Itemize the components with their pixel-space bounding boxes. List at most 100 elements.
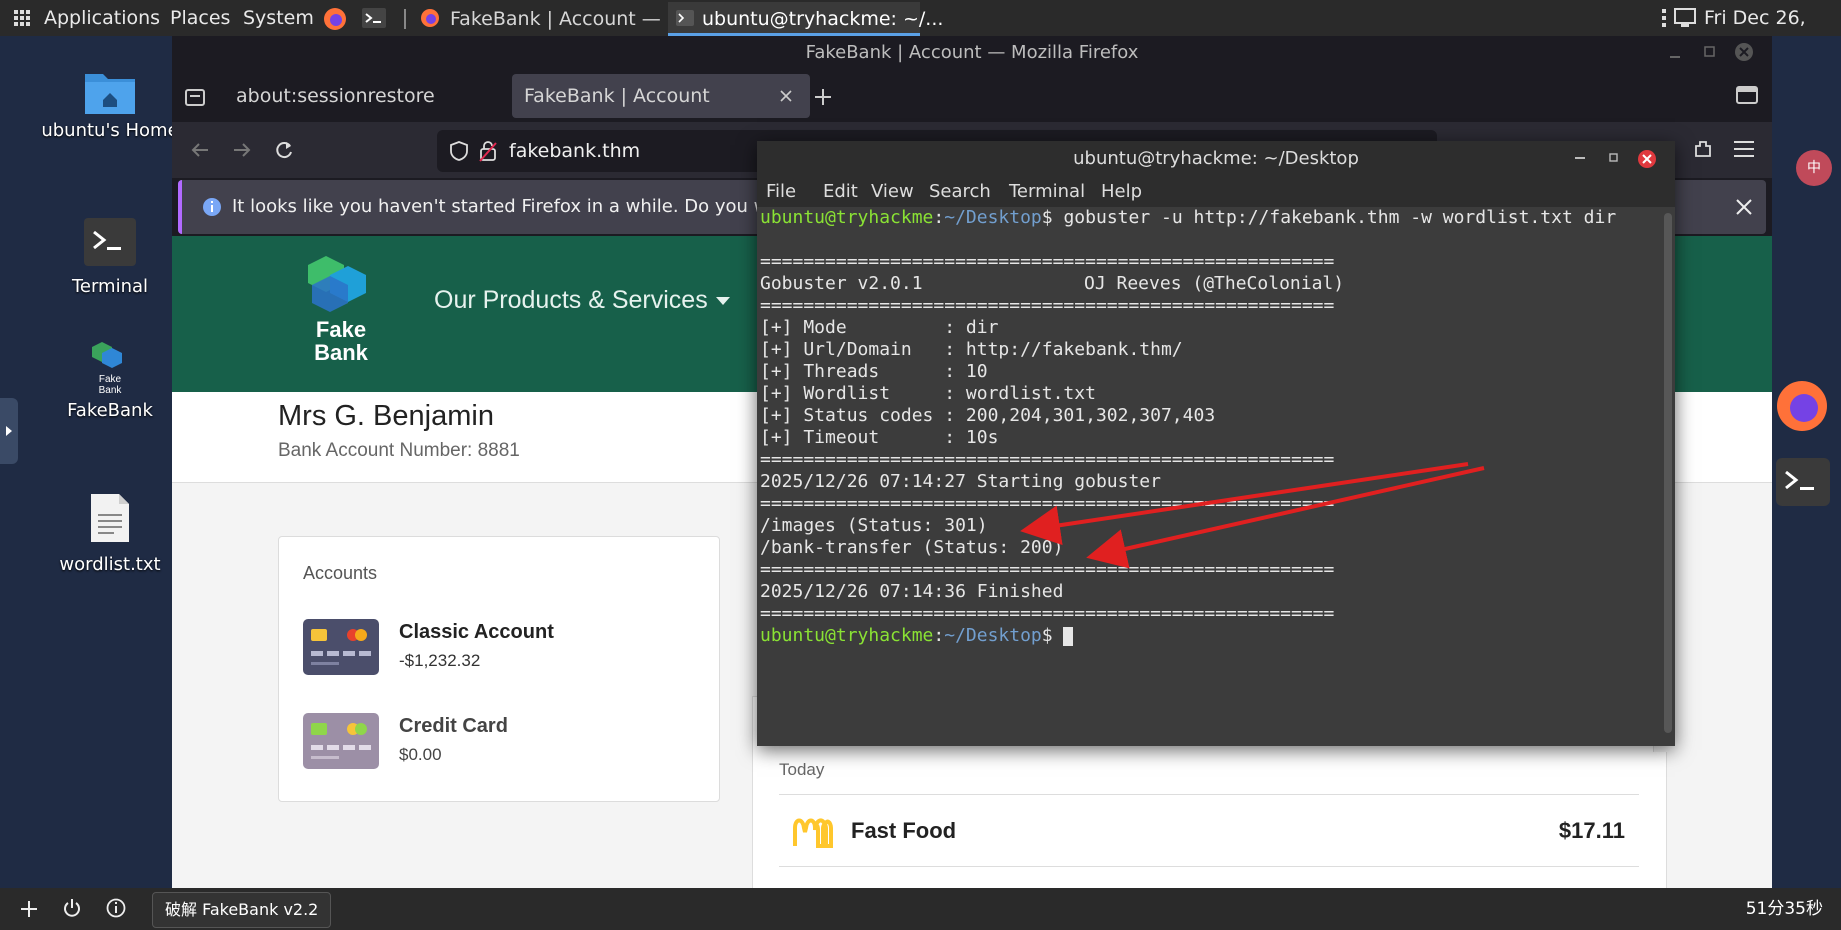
account-balance: $0.00 [399, 745, 442, 764]
tab-overview-icon[interactable] [184, 86, 208, 108]
prompt-dollar: $ [1041, 207, 1064, 228]
tab-close-icon[interactable] [780, 90, 792, 102]
forward-icon[interactable] [232, 140, 252, 160]
menu-search[interactable]: Search [929, 177, 991, 207]
account-item-credit[interactable]: Credit Card $0.00 [303, 713, 703, 773]
terminal-scrollbar[interactable] [1664, 213, 1672, 733]
input-method-icon[interactable]: 中 [1796, 150, 1832, 186]
account-number: Bank Account Number: 8881 [278, 440, 520, 461]
info-icon [203, 198, 221, 216]
terminal-menubar: File Edit View Search Terminal Help [757, 177, 1675, 207]
task-label[interactable]: 破解 FakeBank v2.2 [152, 892, 332, 928]
insecure-lock-icon[interactable] [479, 140, 497, 162]
extensions-icon[interactable] [1692, 138, 1714, 160]
fakebank-logo-icon[interactable] [300, 254, 382, 316]
menu-terminal[interactable]: Terminal [1009, 177, 1085, 207]
desktop-icon-wordlist[interactable]: wordlist.txt [35, 492, 185, 575]
taskbar-item-terminal[interactable]: ubuntu@tryhackme: ~/... [668, 2, 943, 36]
option-line: [+] Wordlist : wordlist.txt [760, 383, 1096, 404]
minimize-icon[interactable] [1670, 48, 1682, 60]
command-text: gobuster -u http://fakebank.thm -w wordl… [1063, 207, 1617, 228]
prompt-user: ubuntu@tryhackme [760, 625, 934, 646]
firefox-icon [421, 9, 439, 27]
notice-close-icon[interactable] [1736, 199, 1752, 215]
countdown-timer: 51分35秒 [1745, 899, 1823, 919]
add-icon[interactable] [20, 900, 38, 918]
hamburger-menu-icon[interactable] [1734, 140, 1754, 158]
desktop-icon-home[interactable]: ubuntu's Home [35, 66, 185, 141]
prompt-colon: : [933, 625, 945, 646]
list-all-tabs-icon[interactable] [1736, 86, 1758, 104]
account-name: Credit Card [399, 715, 508, 737]
transaction-row[interactable]: Fast Food $17.11 [779, 796, 1639, 866]
tab-fakebank-account[interactable]: FakeBank | Account [512, 74, 810, 118]
power-icon[interactable] [62, 898, 82, 918]
menu-file[interactable]: File [766, 177, 796, 207]
display-icon[interactable] [1674, 8, 1696, 28]
start-line: 2025/12/26 07:14:27 Starting gobuster [760, 471, 1161, 492]
info-circle-icon[interactable] [106, 898, 126, 918]
taskbar-item-firefox[interactable]: FakeBank | Account — ... [414, 2, 685, 36]
finish-line: 2025/12/26 07:14:36 Finished [760, 581, 1064, 602]
account-name: Classic Account [399, 621, 554, 643]
svg-text:Fake: Fake [99, 374, 122, 385]
system-menu[interactable]: System [243, 0, 314, 36]
desktop-icon-fakebank[interactable]: Fake Bank FakeBank [35, 340, 185, 421]
terminal-icon [676, 10, 694, 26]
caret-down-icon [715, 297, 730, 306]
desktop-icon-label: FakeBank [67, 400, 153, 421]
shield-icon[interactable] [449, 141, 469, 161]
separator-line: ========================================… [760, 449, 1335, 470]
app-grid-icon[interactable] [14, 10, 30, 26]
drawer-handle[interactable] [0, 398, 18, 464]
menu-view[interactable]: View [871, 177, 914, 207]
gobuster-header: Gobuster v2.0.1 OJ Reeves (@TheColonial) [760, 273, 1344, 295]
terminal-window[interactable]: ubuntu@tryhackme: ~/Desktop File Edit Vi… [757, 141, 1675, 746]
prompt-user: ubuntu@tryhackme [760, 207, 934, 228]
account-item-classic[interactable]: Classic Account -$1,232.32 [303, 619, 703, 679]
customer-name: Mrs G. Benjamin [278, 400, 494, 432]
terminal-close-icon[interactable] [1637, 149, 1657, 169]
back-icon[interactable] [190, 140, 210, 160]
home-folder-icon [85, 74, 135, 114]
terminal-output[interactable]: ubuntu@tryhackme:~/Desktop$ gobuster -u … [757, 207, 1662, 746]
menu-edit[interactable]: Edit [823, 177, 858, 207]
new-tab-icon[interactable] [814, 88, 832, 106]
separator-line: ========================================… [760, 251, 1335, 272]
firefox-dock-icon[interactable] [1774, 378, 1830, 434]
products-services-label: Our Products & Services [434, 286, 708, 314]
bottom-panel: 破解 FakeBank v2.2 51分35秒 [0, 888, 1841, 930]
notice-text: It looks like you haven't started Firefo… [232, 196, 822, 217]
terminal-app-icon [84, 218, 136, 266]
tab-label: about:sessionrestore [236, 85, 435, 107]
terminal-dock-icon[interactable] [1776, 458, 1830, 506]
bank-logo-text[interactable]: Fake Bank [284, 318, 398, 364]
option-line: [+] Status codes : 200,204,301,302,307,4… [760, 405, 1216, 426]
terminal-minimize-icon[interactable] [1575, 157, 1587, 161]
panel-handle-icon [1662, 9, 1666, 27]
terminal-launcher-icon[interactable] [362, 8, 386, 28]
places-menu[interactable]: Places [170, 0, 230, 36]
firefox-launcher-icon[interactable] [322, 6, 348, 32]
menu-help[interactable]: Help [1101, 177, 1142, 207]
text-file-icon [91, 494, 129, 542]
divider [779, 794, 1639, 795]
accounts-card: Accounts Classic Account -$1,232.32 Cred… [278, 536, 720, 802]
result-line: /bank-transfer (Status: 200) [760, 537, 1064, 558]
desktop-icon-label: ubuntu's Home [41, 120, 179, 141]
option-line: [+] Timeout : 10s [760, 427, 999, 448]
transaction-amount: $17.11 [1558, 818, 1625, 843]
prompt-line: ubuntu@tryhackme:~/Desktop$ [760, 625, 1074, 647]
reload-icon[interactable] [274, 140, 294, 160]
logo-line-1: Fake [315, 317, 367, 342]
close-icon[interactable] [1734, 42, 1754, 62]
clock[interactable]: Fri Dec 26, 07:14 [1704, 0, 1841, 65]
desktop-icon-label: Terminal [71, 276, 149, 297]
prompt-path: ~/Desktop [944, 207, 1042, 228]
applications-menu[interactable]: Applications [44, 0, 160, 36]
terminal-maximize-icon[interactable] [1609, 153, 1619, 163]
top-panel: Applications Places System FakeBank | Ac… [0, 0, 1841, 65]
desktop-icon-terminal[interactable]: Terminal [35, 218, 185, 297]
maximize-icon[interactable] [1704, 46, 1716, 58]
products-services-menu[interactable]: Our Products & Services [434, 286, 731, 315]
